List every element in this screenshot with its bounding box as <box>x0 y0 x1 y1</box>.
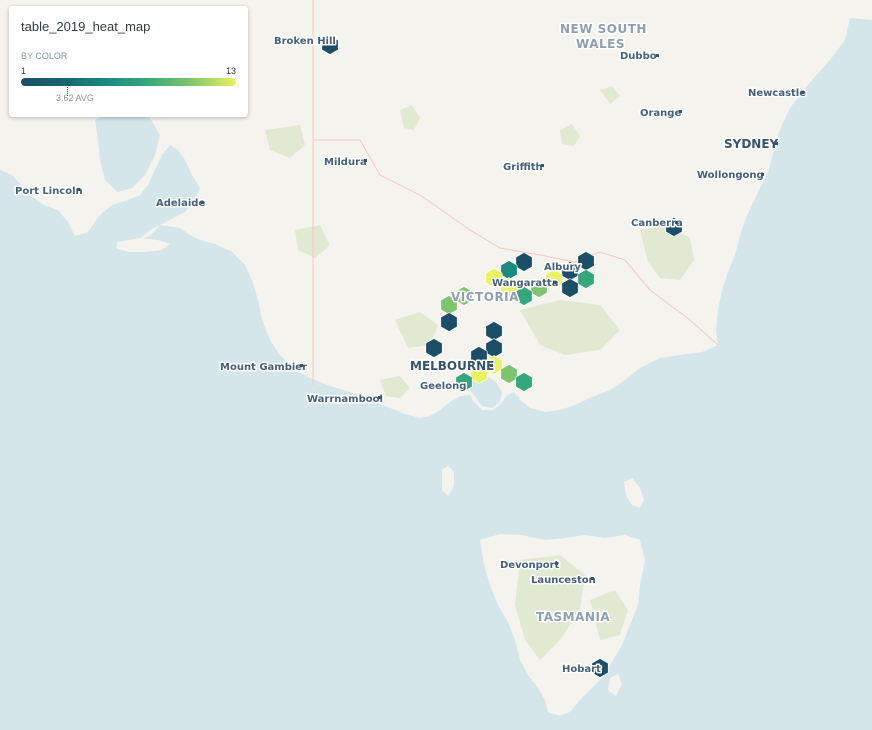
label-wangaratta: Wangaratta <box>492 278 558 289</box>
legend-title: table_2019_heat_map <box>21 19 151 34</box>
label-mount-gambier: Mount Gambier <box>220 362 307 373</box>
dot-wollongong <box>761 173 764 176</box>
label-adelaide: Adelaide <box>156 198 205 209</box>
label-albury: Albury <box>544 262 581 273</box>
legend-avg-marker <box>67 82 68 96</box>
dot-sydney <box>775 142 778 145</box>
label-melbourne: MELBOURNE <box>410 359 494 373</box>
dot-port-lincoln <box>77 188 80 191</box>
label-sydney: SYDNEY <box>724 137 779 151</box>
dot-canberra <box>675 221 678 224</box>
label-victoria: VICTORIA <box>451 290 519 304</box>
legend-panel: table_2019_heat_map BY COLOR 1 13 3.62 A… <box>9 6 248 117</box>
label-hobart: Hobart <box>562 664 601 675</box>
legend-subtitle: BY COLOR <box>21 51 68 61</box>
legend-range: 1 13 <box>21 66 236 76</box>
dot-wangaratta <box>553 281 556 284</box>
dot-launceston <box>591 577 594 580</box>
dot-orange <box>679 110 682 113</box>
label-newcastle: Newcastle <box>748 88 806 99</box>
dot-newcastle <box>801 91 804 94</box>
dot-griffith <box>541 164 544 167</box>
dot-warrnambool <box>378 396 381 399</box>
label-nsw-1: NEW SOUTH <box>560 22 647 36</box>
label-wollongong: Wollongong <box>697 170 764 181</box>
label-port-lincoln: Port Lincoln <box>15 186 83 197</box>
dot-dubbo <box>656 54 659 57</box>
label-launceston: Launceston <box>531 575 596 586</box>
label-dubbo: Dubbo <box>620 51 657 62</box>
label-orange: Orange <box>640 108 681 119</box>
label-devonport: Devonport <box>500 560 560 571</box>
label-tasmania: TASMANIA <box>536 610 610 624</box>
dot-melbourne <box>490 364 493 367</box>
label-mildura: Mildura <box>324 157 367 168</box>
legend-min: 1 <box>21 66 27 76</box>
legend-avg-label: 3.62 AVG <box>56 93 94 103</box>
label-broken-hill: Broken Hill <box>274 36 336 47</box>
label-griffith: Griffith <box>503 162 543 173</box>
label-warrnambool: Warrnambool <box>307 394 383 405</box>
dot-adelaide <box>201 201 204 204</box>
label-geelong: Geelong <box>420 381 466 392</box>
legend-color-ramp <box>21 78 236 96</box>
dot-mildura <box>364 159 367 162</box>
legend-max: 13 <box>225 66 236 76</box>
dot-devonport <box>555 562 558 565</box>
dot-mount-gambier <box>300 364 303 367</box>
label-nsw-2: WALES <box>576 37 625 51</box>
